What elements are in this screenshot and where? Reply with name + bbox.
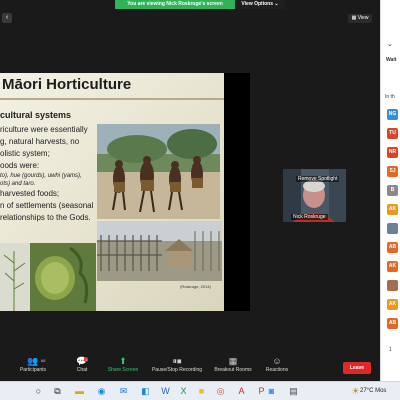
view-options-button[interactable]: View Options ⌄ <box>235 0 285 9</box>
waiting-room-label: Wait <box>386 57 397 63</box>
participants-button[interactable]: 👥 Participants <box>14 356 52 381</box>
photo-credit: (Roskruge, 2014) <box>180 284 211 289</box>
recording-label: Pause/Stop Recording <box>151 367 203 373</box>
participant-avatar[interactable]: AB <box>387 318 398 329</box>
breakout-rooms-icon: ▦ <box>228 356 238 366</box>
participant-name-label: Nick Roskruge <box>291 214 328 220</box>
participant-avatar[interactable]: NG <box>387 109 398 120</box>
in-meeting-label: In th <box>385 94 395 100</box>
pause-stop-icon: ⏸⏹ <box>172 356 182 366</box>
chrome-icon[interactable]: ◎ <box>215 386 226 397</box>
pause-stop-recording-button[interactable]: ⏸⏹ Pause/Stop Recording <box>148 356 206 381</box>
remove-spotlight-button[interactable]: Remove Spotlight <box>296 176 340 182</box>
slide-line: riculture were essentially <box>0 125 88 134</box>
slide-line: oods were: <box>0 161 40 170</box>
weather-text: 27°C Mos <box>360 388 387 394</box>
slide-heading: cultural systems <box>0 110 72 120</box>
participants-label: Participants <box>19 367 47 373</box>
slide-line: relationships to the Gods. <box>0 213 91 222</box>
participant-avatar[interactable]: NR <box>387 147 398 158</box>
slide-margin <box>224 73 250 311</box>
breakout-rooms-label: Breakout Rooms <box>214 367 252 373</box>
slide-line: g, natural harvests, no <box>0 137 80 146</box>
screen: You are viewing Nick Roskruge's screen V… <box>0 0 400 400</box>
participant-avatar[interactable]: SJ <box>387 166 398 177</box>
share-screen-button[interactable]: ⬆ Share Screen <box>104 356 142 381</box>
screen-share-banner: You are viewing Nick Roskruge's screen V… <box>115 0 285 9</box>
chevron-down-icon[interactable]: ⌄ <box>387 40 393 48</box>
slide-title: Māori Horticulture <box>2 76 132 93</box>
acrobat-icon[interactable]: A <box>236 386 247 397</box>
reactions-label: Reactions <box>265 367 289 373</box>
slide-line: olistic system; <box>0 149 50 158</box>
task-view-icon[interactable]: ⧉ <box>52 386 63 397</box>
slide-body-text: cultural systems riculture were essentia… <box>0 109 96 224</box>
back-arrow-icon[interactable]: ‹ <box>2 13 12 23</box>
slide-italic-line: to), hue (gourds), uwhi (yams), <box>0 173 82 179</box>
excel-icon[interactable]: X <box>178 386 189 397</box>
word-icon[interactable]: W <box>160 386 171 397</box>
leave-button[interactable]: Leave <box>343 362 371 374</box>
harvest-painting-image <box>97 124 220 219</box>
participants-panel: ⌄ Wait In th NG TU NR SJ B AK AB AK AK AB 1 <box>380 0 400 381</box>
share-banner-message: You are viewing Nick Roskruge's screen <box>115 0 235 9</box>
view-button[interactable]: ▦ View <box>348 14 372 23</box>
store-icon[interactable]: ◧ <box>140 386 151 397</box>
participant-avatar[interactable]: AK <box>387 261 398 272</box>
file-explorer-icon[interactable]: ▬ <box>74 386 85 397</box>
participant-avatar[interactable]: AK <box>387 299 398 310</box>
participants-count: 66 <box>41 358 46 363</box>
slide-italic-line: ots) and taro. <box>0 181 36 187</box>
participant-avatar[interactable] <box>387 223 398 234</box>
chat-icon: 💬 <box>76 356 88 366</box>
participant-avatar[interactable]: TU <box>387 128 398 139</box>
participant-avatar[interactable]: B <box>387 185 398 196</box>
shared-slide: Māori Horticulture cultural systems ricu… <box>0 73 224 311</box>
gourd-plant-image <box>0 243 96 311</box>
chat-button[interactable]: 💬 Chat <box>68 356 96 381</box>
participants-icon: 👥 <box>27 356 39 366</box>
outlook-icon[interactable]: ✉ <box>118 386 129 397</box>
participant-avatar[interactable]: AK <box>387 204 398 215</box>
start-icon[interactable]: ○ <box>33 386 44 397</box>
grid-icon: ▦ <box>351 15 357 21</box>
zoom-icon[interactable]: ◙ <box>266 386 277 397</box>
share-screen-icon: ⬆ <box>119 356 127 366</box>
slide-line: harvested foods; <box>0 189 60 198</box>
edge-icon[interactable]: ◉ <box>96 386 107 397</box>
participant-avatar[interactable] <box>387 280 398 291</box>
meeting-toolbar: 👥 Participants 66 💬 Chat 1 ⬆ Share Scree… <box>0 356 380 381</box>
share-screen-label: Share Screen <box>107 367 139 373</box>
reactions-icon: ☺ <box>272 356 282 366</box>
view-label: View <box>357 15 369 21</box>
reactions-button[interactable]: ☺ Reactions <box>260 356 294 381</box>
slide-divider <box>0 98 224 100</box>
breakout-rooms-button[interactable]: ▦ Breakout Rooms <box>210 356 256 381</box>
settlement-photo-image <box>97 221 222 281</box>
participant-avatar[interactable]: AB <box>387 242 398 253</box>
chat-label: Chat <box>76 367 88 373</box>
app-icon[interactable]: ▤ <box>288 386 299 397</box>
speaker-video-tile[interactable]: Remove Spotlight Nick Roskruge <box>283 169 346 222</box>
windows-taskbar: ○ ⧉ ▬ ◉ ✉ ◧ W X ■ ◎ A P ◙ ▤ ☀ 27°C Mos <box>0 381 400 400</box>
panel-count: 1 <box>389 347 392 353</box>
zoom-meeting-window: You are viewing Nick Roskruge's screen V… <box>0 0 380 381</box>
slide-line: n of settlements (seasonal <box>0 201 94 210</box>
sticky-notes-icon[interactable]: ■ <box>196 386 207 397</box>
